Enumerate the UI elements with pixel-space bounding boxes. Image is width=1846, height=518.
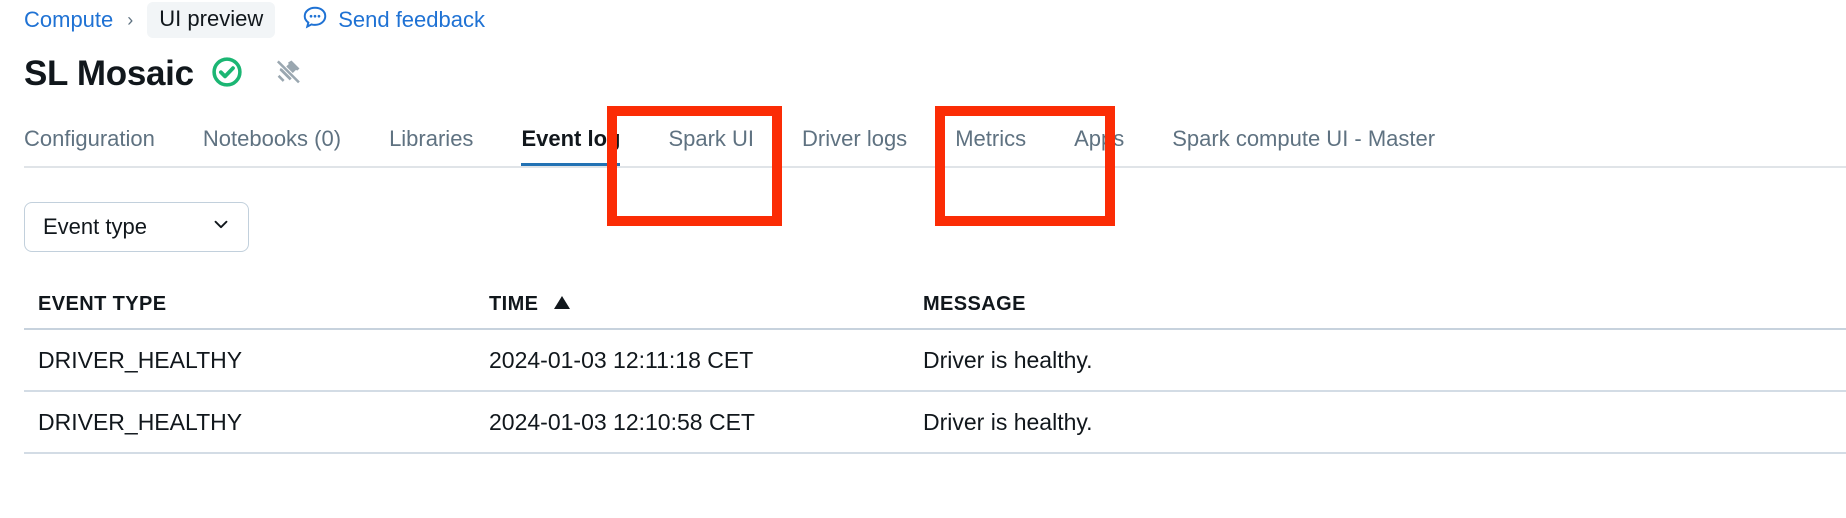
triangle-up-icon [554,295,571,309]
breadcrumb-current-ui-preview: UI preview [147,2,276,38]
tab-libraries[interactable]: Libraries [389,126,473,168]
event-log-table: EVENT TYPE TIME MESSAGE DRIVER_HEALTHY 2… [0,280,1846,454]
column-header-event-type[interactable]: EVENT TYPE [24,293,489,316]
tab-list: Configuration Notebooks (0) Libraries Ev… [24,112,1846,168]
column-header-time[interactable]: TIME [489,293,923,316]
table-row[interactable]: DRIVER_HEALTHY 2024-01-03 12:11:18 CET D… [24,330,1846,392]
tab-label: Driver logs [802,126,908,151]
breadcrumb-link-compute[interactable]: Compute [24,7,113,33]
tab-spark-compute-ui-master[interactable]: Spark compute UI - Master [1172,126,1464,168]
tab-metrics[interactable]: Metrics [955,126,1026,168]
cell-message: Driver is healthy. [923,408,1093,435]
cell-event-type: DRIVER_HEALTHY [38,346,243,373]
cell-time: 2024-01-03 12:11:18 CET [489,346,754,373]
tab-label: Metrics [955,126,1027,151]
event-type-filter-select[interactable]: Event type [24,202,249,252]
page-header: SL Mosaic [0,50,1846,98]
tab-label: Libraries [389,126,474,151]
tab-spark-ui[interactable]: Spark UI [668,126,754,168]
filter-bar: Event type [0,202,1846,258]
cell-event-type: DRIVER_HEALTHY [38,408,243,435]
chat-bubble-icon [301,4,329,37]
tab-notebooks[interactable]: Notebooks (0) [203,126,341,168]
tab-label: Notebooks (0) [202,126,342,151]
tab-bar: Configuration Notebooks (0) Libraries Ev… [0,112,1846,168]
cell-message: Driver is healthy. [923,346,1093,373]
check-circle-icon [210,55,244,94]
tab-driver-logs[interactable]: Driver logs [802,126,907,168]
tab-configuration[interactable]: Configuration [24,126,155,168]
send-feedback-button[interactable]: Send feedback [301,4,485,37]
breadcrumb: Compute › UI preview Send feedback [0,0,1846,40]
tab-apps[interactable]: Apps [1074,126,1124,168]
tab-event-log[interactable]: Event log [521,126,621,168]
tab-label: Event log [521,126,621,151]
tab-label: Apps [1074,126,1125,151]
table-header-row: EVENT TYPE TIME MESSAGE [24,280,1846,330]
unpin-icon[interactable] [272,56,304,93]
breadcrumb-separator: › [127,9,134,30]
cell-time: 2024-01-03 12:10:58 CET [489,408,755,435]
column-header-message[interactable]: MESSAGE [923,293,1846,316]
table-row[interactable]: DRIVER_HEALTHY 2024-01-03 12:10:58 CET D… [24,392,1846,454]
tab-bar-divider [24,166,1846,168]
tab-label: Spark UI [668,126,755,151]
page-title: SL Mosaic [24,54,194,93]
tab-label: Configuration [24,126,155,151]
chevron-down-icon [210,213,232,241]
send-feedback-label: Send feedback [338,7,485,32]
event-type-filter-label: Event type [43,214,147,239]
tab-label: Spark compute UI - Master [1172,126,1436,151]
column-header-time-label: TIME [489,292,539,315]
